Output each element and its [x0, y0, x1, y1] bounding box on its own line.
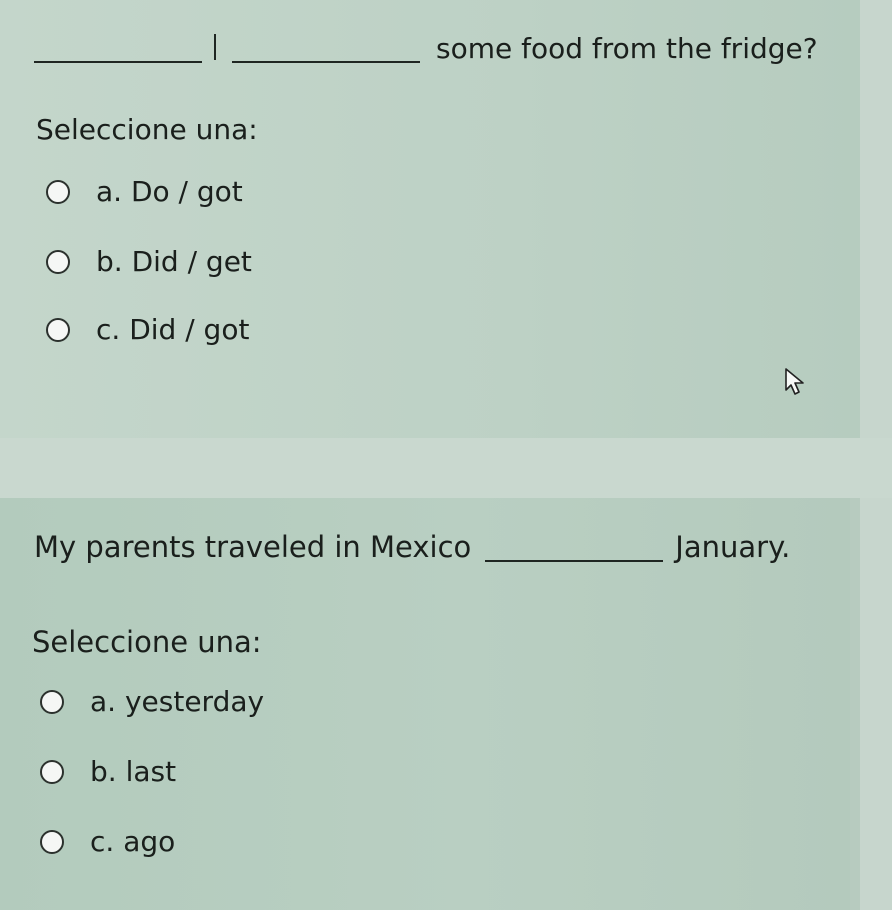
answer-blank-1: [34, 47, 202, 63]
text-cursor: [214, 34, 216, 60]
question-1-option-c[interactable]: c. Did / got: [46, 316, 249, 344]
mouse-pointer-icon: [785, 368, 804, 395]
answer-blank: [485, 546, 664, 562]
question-card-2: My parents traveled in Mexico January. Se…: [0, 498, 850, 910]
question-card-1: some food from the fridge? Seleccione un…: [0, 0, 860, 438]
question-2-option-a[interactable]: a. yesterday: [40, 688, 264, 716]
radio-button[interactable]: [40, 690, 64, 714]
question-separator: [0, 438, 892, 498]
option-label: b. last: [90, 755, 177, 788]
question-1-prompt: Seleccione una:: [36, 113, 258, 146]
option-label: c. Did / got: [96, 313, 250, 346]
radio-button[interactable]: [40, 830, 64, 854]
quiz-page: some food from the fridge? Seleccione un…: [0, 0, 892, 910]
option-label: b. Did / get: [96, 245, 252, 278]
radio-button[interactable]: [46, 180, 70, 204]
option-label: c. ago: [90, 825, 176, 858]
question-2-option-b[interactable]: b. last: [40, 758, 176, 786]
question-text-2: My parents traveled in Mexico January.: [34, 533, 790, 562]
question-1-option-b[interactable]: b. Did / get: [46, 248, 252, 276]
radio-button[interactable]: [46, 318, 70, 342]
question-2-text-after: January.: [675, 530, 791, 564]
question-1-text: some food from the fridge?: [436, 32, 818, 65]
option-label: a. yesterday: [90, 685, 265, 718]
question-2-prompt: Seleccione una:: [32, 625, 262, 659]
question-2-text-before: My parents traveled in Mexico: [34, 530, 472, 564]
question-text-1: some food from the fridge?: [34, 34, 818, 63]
option-label: a. Do / got: [96, 175, 243, 208]
question-2-option-c[interactable]: c. ago: [40, 828, 175, 856]
question-1-option-a[interactable]: a. Do / got: [46, 178, 243, 206]
radio-button[interactable]: [40, 760, 64, 784]
answer-blank-2: [232, 47, 420, 63]
radio-button[interactable]: [46, 250, 70, 274]
